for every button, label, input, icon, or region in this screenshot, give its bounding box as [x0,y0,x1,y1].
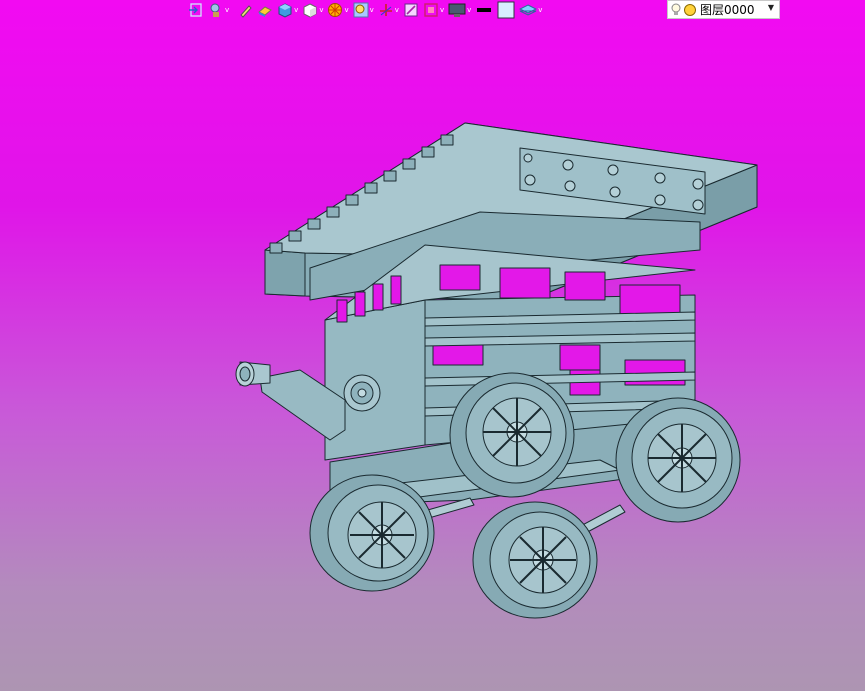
wheel-rear-right [472,501,598,619]
layer-select[interactable]: 图层0000 ▼ [667,0,780,19]
cube-button[interactable]: v [300,0,325,20]
wheel-front-right [615,397,741,523]
pencil-button[interactable] [237,0,255,20]
wagon-3d-model[interactable] [0,0,865,691]
layer-status-icon [684,3,696,16]
color-swatch-icon [497,1,515,19]
line-weight-button[interactable] [473,0,495,20]
wheel-rear-left [309,474,435,592]
monitor-icon [448,3,466,17]
zoom-button[interactable]: v [351,0,376,20]
layer-select-value: 图层0000 [700,3,755,17]
view-frame-button[interactable]: v [421,0,446,20]
search-icon [210,3,220,17]
search-button[interactable]: v [206,0,231,20]
insert-button[interactable] [186,0,206,20]
zoom-icon [353,2,369,18]
render-button[interactable]: v [325,0,350,20]
eraser-button[interactable] [255,0,275,20]
box-icon [278,3,292,18]
axis-icon [379,4,392,16]
line-weight-icon [477,8,492,12]
cube-icon [303,3,317,18]
chevron-down-icon: ▼ [767,3,774,12]
3d-viewport[interactable]: v v v v v v v v v 图层0000 ▼ [0,0,865,691]
monitor-button[interactable]: v [446,0,473,20]
box-button[interactable]: v [275,0,300,20]
section-button[interactable] [401,0,421,20]
layers-button[interactable]: v [517,0,544,20]
render-wheel-icon [328,3,343,17]
layers-icon [519,4,538,16]
wheel-front-left [449,372,575,498]
lightbulb-icon [671,3,681,15]
insert-icon [189,3,202,17]
eraser-icon [258,6,273,17]
pencil-icon [240,5,252,18]
color-swatch-button[interactable] [495,0,517,20]
view-toolbar: v v v v v v v v v [186,0,544,20]
view-frame-icon [424,3,438,17]
axis-button[interactable]: v [376,0,401,20]
section-icon [404,3,418,17]
